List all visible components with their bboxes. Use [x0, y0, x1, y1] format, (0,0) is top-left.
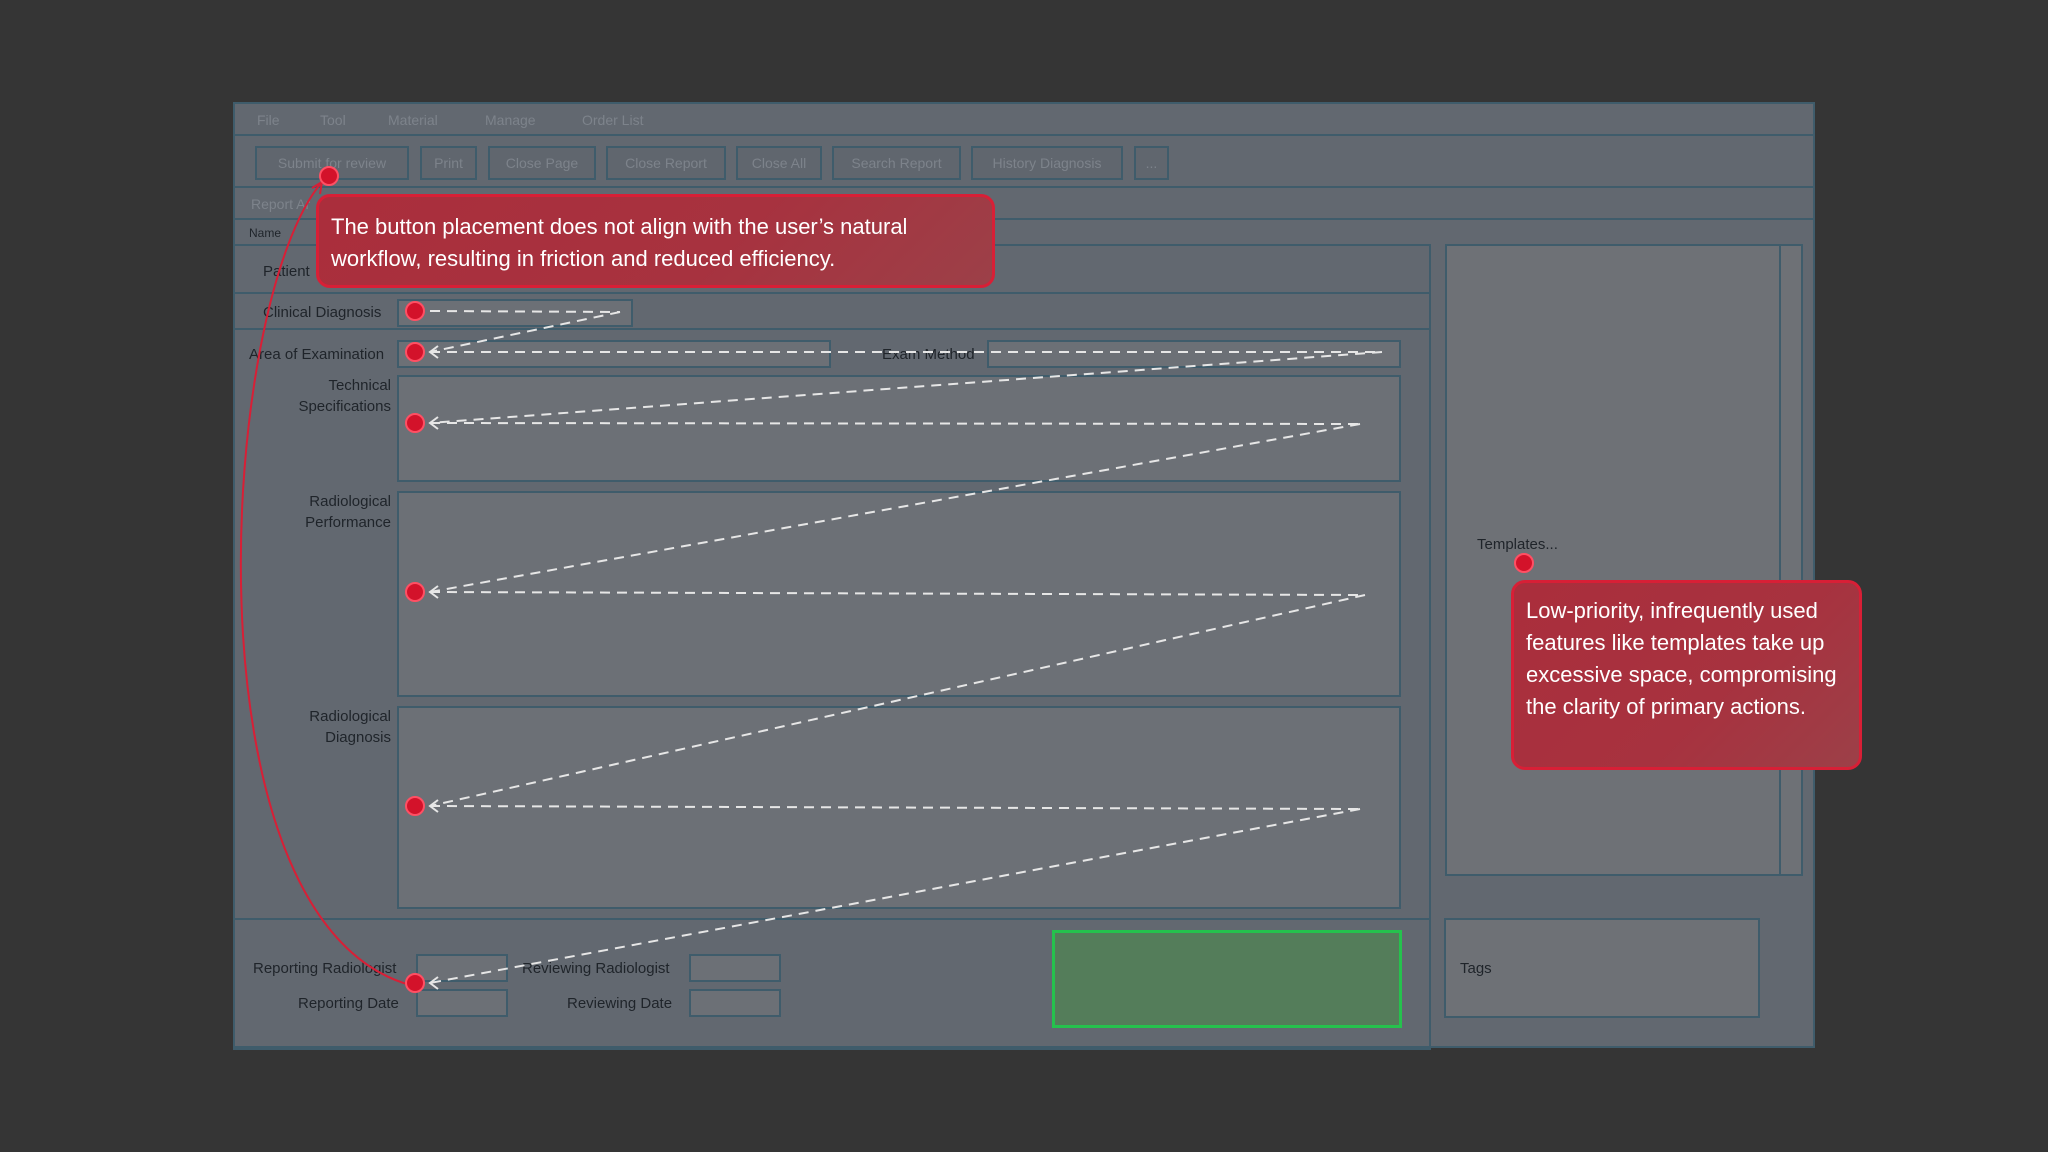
report-tab[interactable]: Report Ar [251, 196, 310, 212]
templates-pane: Templates... [1445, 244, 1803, 876]
annotation-dot [319, 166, 339, 186]
templates-label[interactable]: Templates... [1477, 536, 1558, 553]
exam-method-input[interactable] [987, 340, 1401, 368]
area-of-examination-input[interactable] [397, 340, 831, 368]
annotation-dot [405, 796, 425, 816]
menu-manage[interactable]: Manage [485, 112, 536, 128]
reviewing-radiologist-label: Reviewing Radiologist [522, 960, 670, 977]
menu-bar: File Tool Material Manage Order List [235, 104, 1813, 136]
bottom-divider [235, 918, 1429, 920]
menu-file[interactable]: File [257, 112, 280, 128]
tags-label: Tags [1460, 960, 1492, 977]
radiological-diagnosis-input[interactable] [397, 706, 1401, 909]
annotation-dot [405, 973, 425, 993]
print-button[interactable]: Print [420, 146, 477, 180]
pane-divider [1429, 244, 1431, 1048]
reviewing-date-input[interactable] [689, 989, 781, 1017]
reporting-radiologist-label: Reporting Radiologist [253, 960, 397, 977]
close-all-button[interactable]: Close All [736, 146, 822, 180]
menu-order-list[interactable]: Order List [582, 112, 643, 128]
close-report-button[interactable]: Close Report [606, 146, 726, 180]
close-page-button[interactable]: Close Page [488, 146, 596, 180]
search-report-button[interactable]: Search Report [832, 146, 961, 180]
annotation-bubble-templates: Low-priority, infrequently used features… [1511, 580, 1862, 770]
clinical-diagnosis-input[interactable] [397, 299, 633, 327]
templates-scrollbar[interactable] [1779, 246, 1781, 874]
name-header: Name [249, 226, 282, 240]
reviewing-radiologist-input[interactable] [689, 954, 781, 982]
exam-method-label: Exam Method [882, 346, 975, 363]
reporting-date-input[interactable] [416, 989, 508, 1017]
annotation-dot [405, 301, 425, 321]
menu-material[interactable]: Material [388, 112, 438, 128]
reporting-radiologist-input[interactable] [416, 954, 508, 982]
highlighted-action-area [1052, 930, 1402, 1028]
area-of-examination-label: Area of Examination [249, 346, 385, 363]
annotation-dot [405, 342, 425, 362]
more-button[interactable]: ... [1134, 146, 1169, 180]
reviewing-date-label: Reviewing Date [567, 995, 673, 1012]
toolbar: Submit for review Print Close Page Close… [235, 136, 1813, 188]
history-diagnosis-button[interactable]: History Diagnosis [971, 146, 1123, 180]
radiological-performance-input[interactable] [397, 491, 1401, 697]
annotation-dot [405, 413, 425, 433]
radiological-performance-label: Radiological Performance [305, 493, 391, 531]
technical-specifications-label: Technical Specifications [298, 377, 391, 415]
menu-tool[interactable]: Tool [320, 112, 346, 128]
annotation-dot [405, 582, 425, 602]
annotation-dot [1514, 553, 1534, 573]
tags-pane: Tags [1444, 918, 1760, 1018]
clinical-diagnosis-label: Clinical Diagnosis [263, 304, 382, 321]
patient-label: Patient [263, 263, 310, 280]
radiological-diagnosis-label: Radiological Diagnosis [309, 708, 391, 746]
technical-specifications-input[interactable] [397, 375, 1401, 482]
reporting-date-label: Reporting Date [298, 995, 399, 1012]
annotation-bubble-button-placement: The button placement does not align with… [316, 194, 995, 288]
